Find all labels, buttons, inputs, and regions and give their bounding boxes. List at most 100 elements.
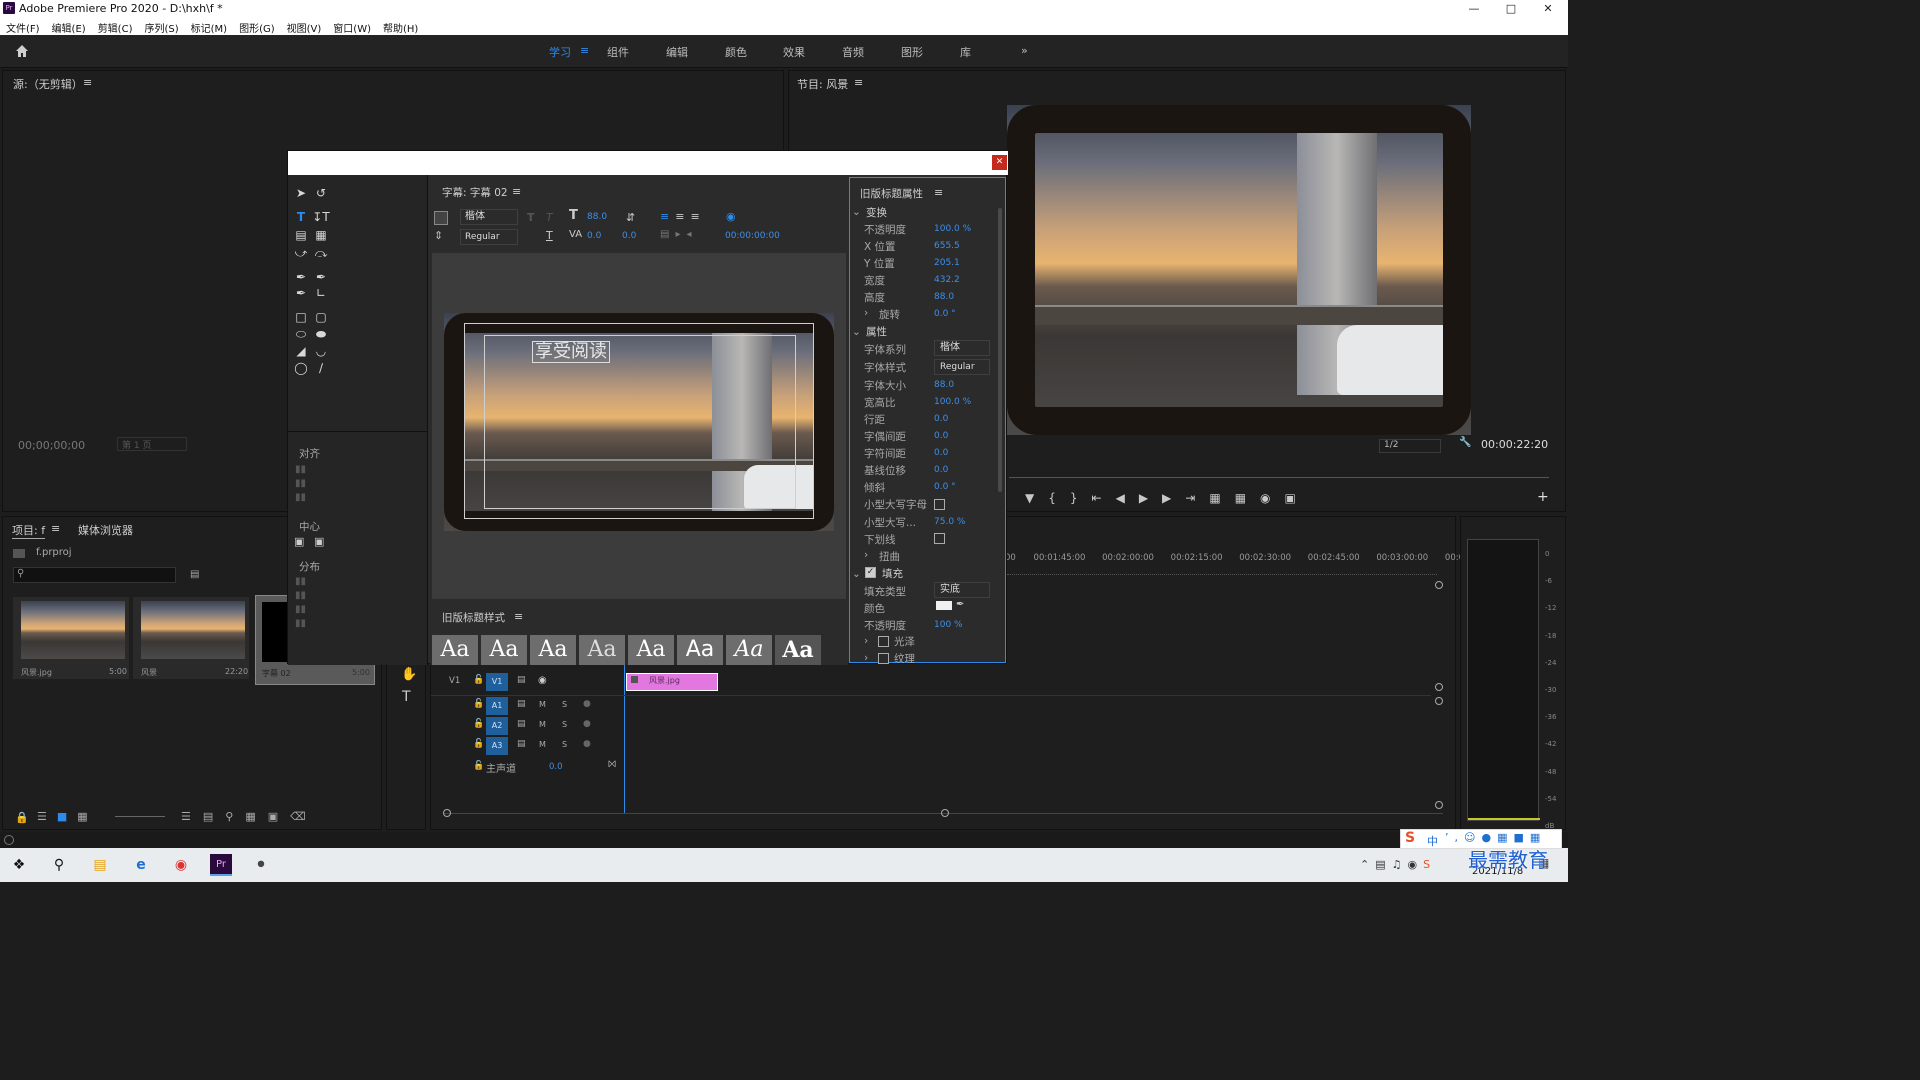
mark-out-icon[interactable]: }: [1070, 491, 1092, 505]
style-swatch[interactable]: Aa: [775, 635, 821, 665]
source-timecode[interactable]: 00;00;00;00: [18, 439, 85, 452]
prop-value[interactable]: 0.0: [934, 448, 948, 458]
zoom-select[interactable]: 1/2: [1379, 439, 1441, 453]
menu-view[interactable]: 视图(V): [281, 18, 328, 35]
prop-value[interactable]: 88.0: [934, 380, 954, 390]
rectangle-tool-icon[interactable]: □: [292, 309, 310, 325]
texture-checkbox[interactable]: [878, 653, 889, 664]
home-icon[interactable]: [14, 43, 30, 59]
style-swatch[interactable]: Aa: [481, 635, 527, 665]
mic-icon[interactable]: ●: [583, 699, 591, 709]
style-swatch[interactable]: Aa: [628, 635, 674, 665]
sogou-tray-icon[interactable]: S: [1423, 858, 1436, 871]
tab-color[interactable]: 颜色: [725, 44, 747, 60]
project-menu-icon[interactable]: ≡: [51, 522, 60, 535]
prop-value[interactable]: 75.0 %: [934, 517, 965, 527]
prop-value[interactable]: 0.0 °: [934, 309, 956, 319]
workspace-menu-icon[interactable]: ≡: [580, 44, 589, 57]
volume-icon[interactable]: ♫: [1392, 858, 1408, 871]
tab-assembly[interactable]: 组件: [607, 44, 629, 60]
skin-icon[interactable]: ■: [1513, 831, 1529, 844]
eye-icon[interactable]: ◉: [538, 675, 547, 686]
tray-chevron-up-icon[interactable]: ⌃: [1360, 858, 1375, 871]
close-window-button[interactable]: ✕: [1528, 0, 1568, 18]
minimize-button[interactable]: —: [1454, 0, 1494, 18]
scroll-handle-left[interactable]: [443, 809, 451, 817]
chevron-down-icon[interactable]: ⌄: [852, 206, 861, 218]
outdent-icon[interactable]: ◂: [686, 229, 697, 240]
ime-mode[interactable]: 中: [1427, 833, 1438, 849]
underline-icon[interactable]: T: [546, 229, 553, 242]
add-anchor-icon[interactable]: ✒: [292, 285, 310, 301]
menu-edit[interactable]: 编辑(E): [46, 18, 92, 35]
distribute-buttons[interactable]: ▮▮ ▮▮ ▮▮ ▮▮: [295, 575, 331, 637]
ime-icon[interactable]: ◉: [1408, 858, 1424, 871]
fill-checkbox[interactable]: ✓: [865, 567, 876, 578]
section-fill[interactable]: 填充: [882, 566, 903, 581]
style-swatch[interactable]: Aa: [530, 635, 576, 665]
new-bin-icon[interactable]: ▦: [245, 810, 267, 823]
sync-lock-icon[interactable]: ▤: [517, 675, 526, 685]
track-lock-icon[interactable]: 🔓: [473, 761, 484, 771]
sync-lock-icon[interactable]: ▤: [517, 739, 526, 749]
track-target[interactable]: A3: [486, 737, 508, 755]
menu-sequence[interactable]: 序列(S): [138, 18, 184, 35]
keyboard-icon[interactable]: ▦: [1497, 831, 1513, 844]
line-tool-icon[interactable]: ∕: [312, 360, 330, 376]
add-button-icon[interactable]: +: [1537, 489, 1549, 505]
menu-marker[interactable]: 标记(M): [185, 18, 233, 35]
ellipse-tool-icon[interactable]: ◯: [292, 360, 310, 376]
vscroll-handle[interactable]: [1435, 683, 1443, 691]
maximize-button[interactable]: □: [1491, 0, 1531, 18]
track-lock-icon[interactable]: 🔓: [473, 719, 484, 729]
extract-icon[interactable]: ▦: [1235, 491, 1260, 505]
mark-in-icon[interactable]: {: [1048, 491, 1070, 505]
wrench-icon[interactable]: 🔧: [1459, 437, 1471, 448]
prop-value[interactable]: 205.1: [934, 258, 960, 268]
style-swatch[interactable]: Aa: [726, 635, 772, 665]
lock-icon[interactable]: 🔒: [15, 811, 29, 824]
track-target[interactable]: A2: [486, 717, 508, 735]
lift-icon[interactable]: ▦: [1209, 491, 1234, 505]
sort-icon[interactable]: ☰: [181, 810, 203, 823]
sheen-checkbox[interactable]: [878, 636, 889, 647]
bold-icon[interactable]: T: [527, 211, 535, 224]
prop-value[interactable]: 0.0 °: [934, 482, 956, 492]
pen-tool-icon[interactable]: ✒: [292, 269, 310, 285]
source-page-select[interactable]: 第 1 页: [117, 437, 187, 451]
scroll-handle-right[interactable]: [941, 809, 949, 817]
track-lock-icon[interactable]: 🔓: [473, 675, 484, 685]
project-search-input[interactable]: [13, 567, 176, 583]
font-size-value[interactable]: 88.0: [587, 212, 607, 222]
chevron-right-icon[interactable]: ›: [864, 652, 868, 664]
path-type-tool-icon[interactable]: ⤻: [292, 245, 310, 261]
new-title-icon[interactable]: [434, 211, 448, 225]
kerning-value[interactable]: 0.0: [587, 231, 601, 241]
section-transform[interactable]: 变换: [866, 205, 887, 220]
list-view-icon[interactable]: ☰: [37, 810, 57, 823]
compare-icon[interactable]: ▣: [1285, 491, 1310, 505]
selection-tool-icon[interactable]: ➤: [292, 185, 310, 201]
mute-button[interactable]: M: [539, 720, 546, 729]
freeform-view-icon[interactable]: ▦: [77, 810, 97, 823]
chevron-right-icon[interactable]: ›: [864, 635, 868, 647]
master-volume[interactable]: 0.0: [549, 762, 563, 772]
tab-learn[interactable]: 学习: [549, 44, 571, 60]
tab-audio[interactable]: 音频: [842, 44, 864, 60]
track-target[interactable]: A1: [486, 697, 508, 715]
chevron-right-icon[interactable]: ›: [864, 549, 868, 561]
go-to-in-icon[interactable]: ⇤: [1092, 491, 1116, 505]
prop-value[interactable]: 100.0 %: [934, 224, 971, 234]
font-style-dropdown[interactable]: Regular: [934, 359, 990, 375]
show-background-icon[interactable]: ◉: [726, 210, 736, 223]
style-swatch[interactable]: Aa: [677, 635, 723, 665]
wedge-tool-icon[interactable]: ◢: [292, 343, 310, 359]
voice-icon[interactable]: ●: [1481, 831, 1497, 844]
styles-menu-icon[interactable]: ≡: [514, 610, 523, 623]
master-end-icon[interactable]: ⨝: [608, 759, 616, 770]
title-canvas-image[interactable]: 享受阅读: [444, 313, 834, 531]
prop-value[interactable]: 100.0 %: [934, 397, 971, 407]
menu-clip[interactable]: 剪辑(C): [92, 18, 139, 35]
prop-value[interactable]: 88.0: [934, 292, 954, 302]
sync-lock-icon[interactable]: ▤: [517, 719, 526, 729]
